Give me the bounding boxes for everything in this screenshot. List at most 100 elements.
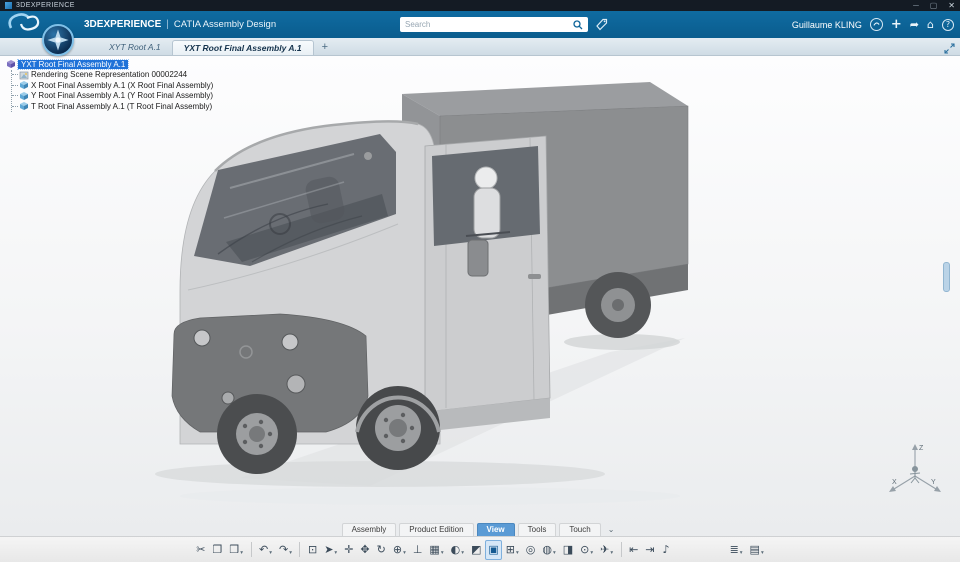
toolbar-fit-all-button[interactable]: ✛ [341,540,357,560]
toolbar-separator [620,542,622,557]
triad-x-label: X [892,479,897,486]
window-controls: ─ ▢ ✕ [913,0,955,11]
rotate-icon: ↻ [376,543,386,556]
copy-icon: ❐ [212,543,223,556]
compass-icon[interactable] [42,24,74,56]
toolbar-rewind-button[interactable]: ⇤ [626,540,642,560]
share-icon[interactable]: ➦ [910,19,919,30]
toolbar-compass-button[interactable]: ◎ [522,540,539,560]
toolbar-select-button[interactable]: ➤ ▾ [321,540,341,560]
toolbar-cut-button[interactable]: ✂ [193,540,209,560]
section-tab-label: Touch [569,525,591,534]
pan-icon: ✥ [360,543,370,556]
toolbar-normal-view-button[interactable]: ⊥ [409,540,426,560]
scene-icon [19,71,29,80]
triad-z-label: Z [919,445,924,452]
section-tab-product-edition[interactable]: Product Edition [399,522,474,536]
toolbar-undo-button[interactable]: ↶ ▾ [256,540,276,560]
toolbar-capture-button[interactable]: ⊙ ▾ [577,540,597,560]
tree-item-x-root[interactable]: X Root Final Assembly A.1 (X Root Final … [12,80,213,91]
search-icon[interactable] [573,19,583,30]
3ds-logo[interactable] [0,11,40,38]
section-tab-assembly[interactable]: Assembly [341,522,397,536]
user-area: Guillaume KLING + ➦ ⌂ ? [792,11,954,38]
toolbar-turntable-button[interactable]: ♪ [658,540,674,560]
toolbar-hide-show-button[interactable]: ◍ ▾ [539,540,559,560]
tree-guide [12,74,18,76]
tree-item-t-root[interactable]: T Root Final Assembly A.1 (T Root Final … [12,101,213,112]
truck-model[interactable] [130,66,710,516]
toolbar-section-button[interactable]: ◩ [467,540,484,560]
toolbar-paste-button[interactable]: ❒ ▾ [226,540,247,560]
brand-text: 3DEXPERIENCE [84,19,162,30]
viewport-3d[interactable]: YXT Root Final Assembly A.1 Rendering Sc… [0,56,960,536]
tab-yxt-root-final-assembly[interactable]: YXT Root Final Assembly A.1 [171,40,314,55]
tree-item-y-root[interactable]: Y Root Final Assembly A.1 (Y Root Final … [12,91,213,102]
dropdown-caret-icon: ▾ [269,549,272,556]
dropdown-caret-icon: ▾ [240,549,244,556]
toolbar-copy-button[interactable]: ❐ [209,540,226,560]
tag-icon[interactable] [595,18,608,36]
assembly-root-icon [7,60,15,69]
search-box[interactable] [400,17,588,32]
dropdown-caret-icon: ▾ [590,549,594,556]
tree-item-label: Y Root Final Assembly A.1 (Y Root Final … [31,91,214,101]
toolbar-separator [299,542,301,557]
user-name[interactable]: Guillaume KLING [792,20,862,30]
section-tab-tools[interactable]: Tools [517,522,557,536]
toolbar-window-layout-button[interactable]: ▤ ▾ [746,540,767,560]
side-panel-handle[interactable] [943,262,950,292]
axis-triad[interactable]: Z X Y [884,440,948,498]
section-tab-label: Assembly [351,525,387,534]
section-tabs-chevron-icon[interactable]: ⌄ [604,525,619,536]
section-tab-label: Tools [527,525,547,534]
assembly-icon [20,102,28,111]
add-icon[interactable]: + [891,18,902,31]
toolbar-rotate-button[interactable]: ↻ [373,540,389,560]
toolbar-tree-options-button[interactable]: ≣ ▾ [726,540,746,560]
forward-icon: ⇥ [645,543,655,556]
toolbar-shading-button[interactable]: ▣ [484,539,503,560]
turntable-icon: ♪ [662,543,670,556]
maximize-button[interactable]: ▢ [930,0,938,11]
close-button[interactable]: ✕ [948,0,955,11]
dropdown-caret-icon: ▾ [739,549,743,556]
tree-item-root[interactable]: YXT Root Final Assembly A.1 [6,58,213,70]
swym-icon[interactable] [869,18,883,31]
dropdown-caret-icon: ▾ [289,549,292,556]
dropdown-caret-icon: ▾ [760,549,764,556]
toolbar-grid-button[interactable]: ⊞ ▾ [502,540,522,560]
app-title: 3DEXPERIENCE | CATIA Assembly Design [84,19,276,30]
section-tab-touch[interactable]: Touch [559,522,601,536]
select-icon: ➤ [324,543,334,556]
dropdown-caret-icon: ▾ [461,549,464,556]
toolbar-redo-button[interactable]: ↷ ▾ [276,540,296,560]
dropdown-caret-icon: ▾ [552,549,556,556]
section-tab-view[interactable]: View [476,522,515,536]
help-icon[interactable]: ? [942,18,954,31]
window-titlebar: 3DEXPERIENCE ─ ▢ ✕ [0,0,960,11]
tab-label: YXT Root Final Assembly A.1 [183,43,302,53]
dropdown-caret-icon: ▾ [610,549,614,556]
grid-icon: ⊞ [505,543,515,556]
toolbar-forward-button[interactable]: ⇥ [642,540,658,560]
minimize-button[interactable]: ─ [913,0,919,11]
toolbar-views-button[interactable]: ▦ ▾ [426,540,447,560]
triad-y-label: Y [931,479,936,486]
zoom-area-icon: ⊡ [307,543,318,556]
toolbar-zoom-area-button[interactable]: ⊡ [304,540,320,560]
toolbar-render-style-button[interactable]: ◐ ▾ [447,540,467,560]
home-icon[interactable]: ⌂ [927,19,934,30]
tab-xyt-root[interactable]: XYT Root A.1 [98,38,172,55]
new-tab-button[interactable]: + [314,38,336,55]
shading-icon: ▣ [488,543,499,556]
dropdown-caret-icon: ▾ [334,549,338,556]
assembly-icon [20,91,28,100]
toolbar-pan-button[interactable]: ✥ [357,540,373,560]
tree-item-rendering-scene[interactable]: Rendering Scene Representation 00002244 [12,70,213,81]
search-input[interactable] [405,20,573,29]
toolbar-zoom-button[interactable]: ⊕ ▾ [389,540,409,560]
swap-space-icon: ◨ [562,543,574,556]
toolbar-fly-button[interactable]: ✈ ▾ [597,540,617,560]
toolbar-swap-space-button[interactable]: ◨ [559,540,576,560]
